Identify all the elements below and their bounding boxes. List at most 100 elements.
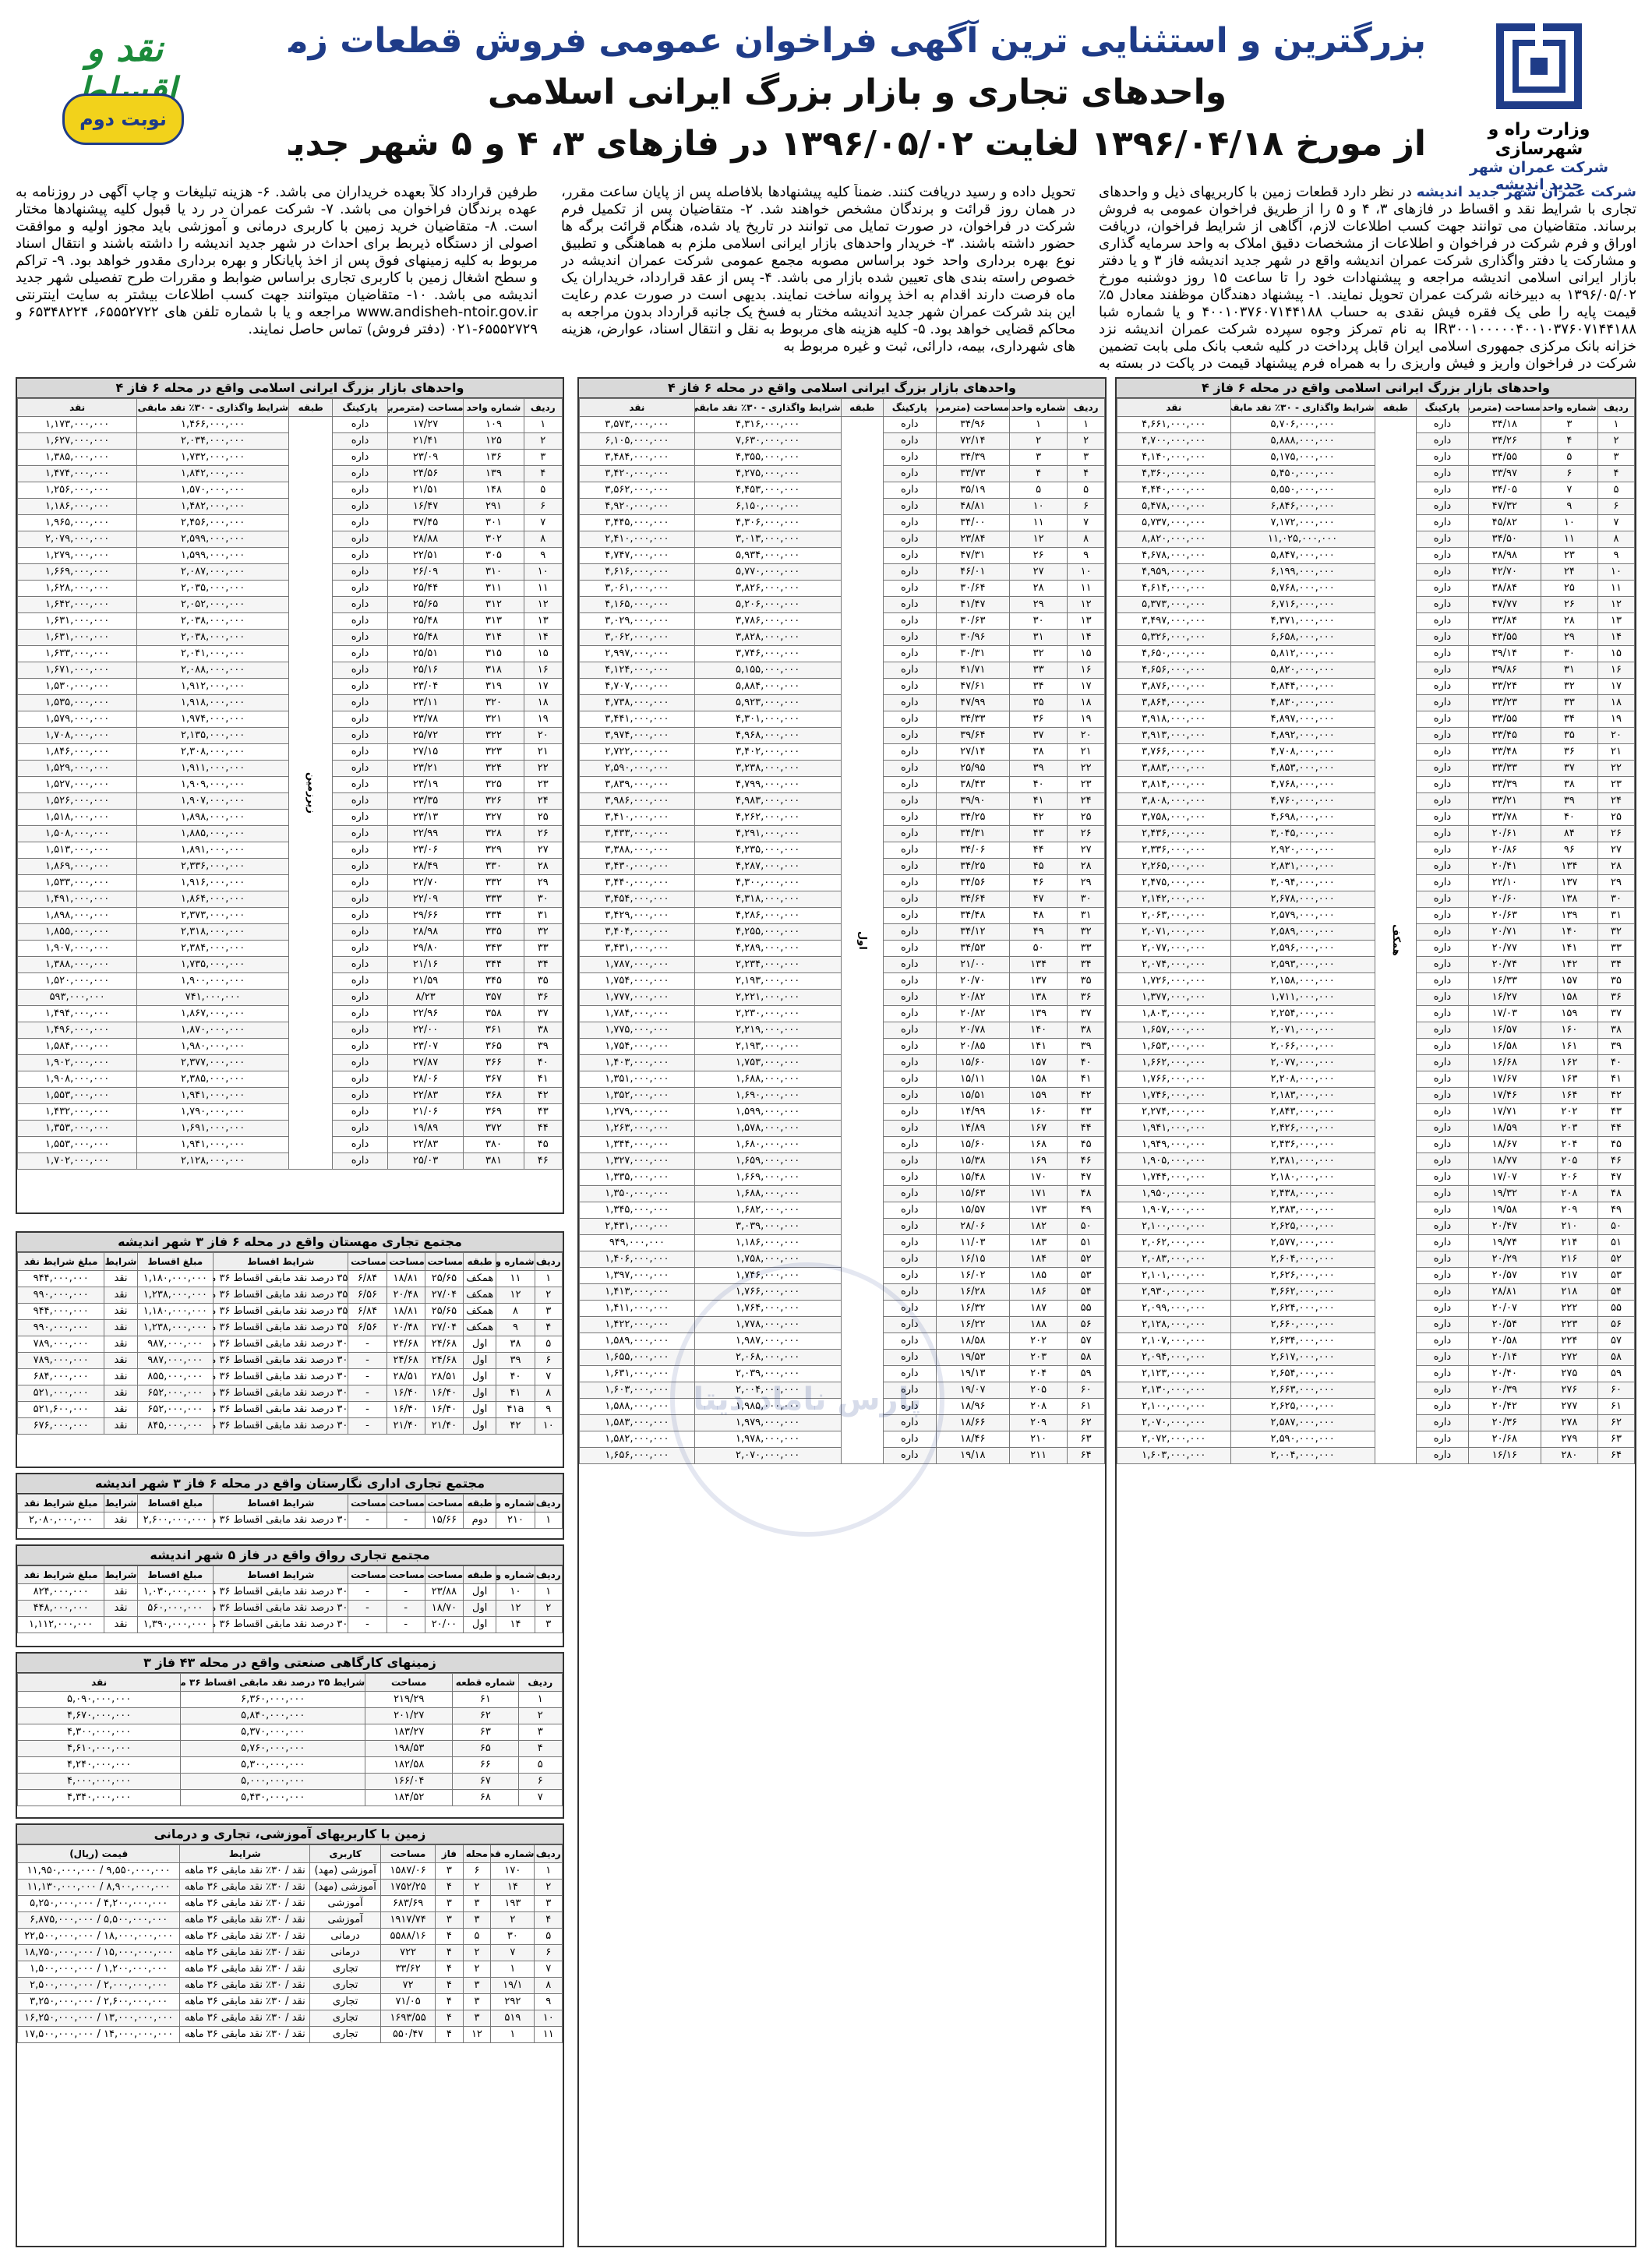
table-cell: ۴,۲۹۱,۰۰۰,۰۰۰	[694, 825, 842, 842]
table-cell: ۱,۵۲۷,۰۰۰,۰۰۰	[17, 776, 138, 793]
table-cell: ۱۶/۴۰	[386, 1401, 425, 1418]
column-header: شرایط واگذاری - ۳۰٪ نقد مابقی در اقساط ۴…	[1230, 398, 1375, 417]
table-cell: ۴۳	[1067, 1103, 1105, 1121]
table-cell: نقد / ۳۰٪ نقد مابقی ۳۶ ماهه	[179, 2010, 311, 2027]
table-cell: ۳۳/۴۸	[1467, 743, 1541, 761]
table-cell: داره	[882, 825, 937, 842]
table-cell: ۴	[534, 1319, 563, 1336]
table-cell: ۵,۷۶۰,۰۰۰,۰۰۰	[180, 1740, 366, 1757]
table-cell: ۱۶۴	[1540, 1087, 1599, 1104]
table-cell: ۱,۶۹۱,۰۰۰,۰۰۰	[136, 1120, 290, 1137]
table-cell: ۲۵/۴۸	[387, 612, 464, 630]
table-cell: ۳۱۵	[463, 645, 524, 662]
table-cell: ۲۶	[1597, 825, 1635, 842]
table-cell: ۲۹	[523, 874, 563, 891]
table-cell: داره	[882, 596, 937, 613]
table-cell: ۳	[517, 1724, 563, 1741]
table-row: ۴ ۲ ۳ ۳ ۱۹۱۷/۷۴ آموزشی نقد / ۳۰٪ نقد مابقی ۳۶ …	[17, 1911, 563, 1929]
table-cell: ۵۷	[1597, 1332, 1635, 1350]
table-cell: ۱۳۴	[1540, 858, 1599, 875]
table-cell: ۲,۰۸۸,۰۰۰,۰۰۰	[136, 662, 290, 679]
column-header: ردیف	[534, 1494, 563, 1513]
table-cell: ۲۷/۰۴	[424, 1319, 464, 1336]
table-cell: ۱	[534, 1512, 563, 1529]
table-cell: ۲,۵۹۶,۰۰۰,۰۰۰	[1230, 940, 1375, 957]
table-cell: نقد / ۳۰٪ نقد مابقی ۳۶ ماهه	[179, 1977, 311, 1994]
table-cell: ۲۹	[1067, 874, 1105, 891]
table-cell: ۲۳/۰۶	[387, 842, 464, 859]
table-cell: ۳۳۳	[463, 891, 524, 908]
table-cell: ۱۶۳	[1540, 1071, 1599, 1088]
table-cell: داره	[882, 1169, 937, 1186]
table-cell: ۱,۹۰۷,۰۰۰,۰۰۰	[17, 940, 138, 957]
table-cell: ۲۱/۴۱	[387, 432, 464, 450]
table-cell: ۱,۳۵۳,۰۰۰,۰۰۰	[17, 1120, 138, 1137]
table-row: ۵ ۳۸ اول ۲۴/۶۸ ۲۴/۶۸-۳۰ درصد نقد مابقی اقساط…	[17, 1336, 563, 1353]
table-cell: ۳۶	[1067, 989, 1105, 1006]
table-cell: داره	[882, 792, 937, 810]
table-cell: ۱,۶۹۰,۰۰۰,۰۰۰	[694, 1087, 842, 1104]
table-row: ۱ ۱۱ همکف ۲۵/۶۵ ۱۸/۸۱ ۶/۸۴ ۳۵ درصد نقد مابقی ا…	[17, 1270, 563, 1287]
table-bazaar-hamkaf: واحدهای بازار بزرگ ایرانی اسلامی واقع در…	[1115, 377, 1636, 2247]
table-cell: ۵	[523, 482, 563, 499]
table-cell: ۳۴/۰۰	[935, 514, 1010, 531]
table-cell: -	[348, 1368, 387, 1385]
table-cell: ۳,۸۸۳,۰۰۰,۰۰۰	[1117, 760, 1231, 777]
table-cell: ۱,۹۰۸,۰۰۰,۰۰۰	[17, 1071, 138, 1088]
table-cell: داره	[332, 858, 388, 875]
table-cell: ۴۲	[1008, 809, 1068, 826]
table-cell: ۲۱/۰۰	[935, 956, 1010, 973]
table-cell: ۲,۰۷۷,۰۰۰,۰۰۰	[1230, 1054, 1375, 1071]
table-cell: ۲۵/۱۶	[387, 662, 464, 679]
table-cell: ۱۴	[490, 1879, 535, 1896]
column-header: مبلغ شرایط نقد	[17, 1494, 105, 1513]
table-cell: ۴,۲۶۲,۰۰۰,۰۰۰	[694, 809, 842, 826]
table-cell: اول	[463, 1385, 497, 1402]
table-cell: ۲۲/۵۱	[387, 547, 464, 564]
table-cell: ۴	[1008, 465, 1068, 482]
table-cell: ۴۱	[1067, 1071, 1105, 1088]
table-cell: داره	[1416, 596, 1469, 613]
table-cell: ۴,۶۶۱,۰۰۰,۰۰۰	[1117, 416, 1231, 433]
table-cell: ۵۲	[1067, 1251, 1105, 1268]
table-cell: ۳۲۱	[463, 711, 524, 728]
table-cell: ۱,۸۸۵,۰۰۰,۰۰۰	[136, 825, 290, 842]
table-cell: ۳۷/۴۵	[387, 514, 464, 531]
table-cell: ۲,۶۲۵,۰۰۰,۰۰۰	[1230, 1218, 1375, 1235]
table-cell: ۲	[534, 1879, 563, 1896]
table-cell: ۱۸/۶۷	[1467, 1136, 1541, 1153]
table-cell: ۱,۶۷۱,۰۰۰,۰۰۰	[17, 662, 138, 679]
table-cell: ۱۸۴/۵۲	[365, 1789, 454, 1806]
table-cell: ۲۰۵	[1008, 1382, 1068, 1399]
table-cell: ۲۳/۸۴	[935, 531, 1010, 548]
table-cell: ۱,۵۸۹,۰۰۰,۰۰۰	[579, 1332, 695, 1350]
table-cell: ۳۵	[1067, 972, 1105, 990]
table-cell: ۲,۹۹۷,۰۰۰,۰۰۰	[579, 645, 695, 662]
column-header: کاربری	[309, 1844, 382, 1863]
table-cell: ۱۴۰	[1008, 1022, 1068, 1039]
table-cell: ۳,۴۱۰,۰۰۰,۰۰۰	[579, 809, 695, 826]
table-cell: ۷,۶۳۰,۰۰۰,۰۰۰	[694, 432, 842, 450]
table-cell: ۵,۵۰۰,۰۰۰,۰۰۰ / ۶,۸۷۵,۰۰۰,۰۰۰	[17, 1911, 181, 1929]
table-cell: ۲۵/۴۸	[387, 629, 464, 646]
table-cell: ۳۸	[1067, 1022, 1105, 1039]
table-cell: داره	[882, 1120, 937, 1137]
table-cell: داره	[1416, 1431, 1469, 1448]
table-cell: ۲,۲۳۰,۰۰۰,۰۰۰	[694, 1005, 842, 1022]
table-cell: ۲,۶۲۴,۰۰۰,۰۰۰	[1230, 1300, 1375, 1317]
table-cell: ۱۷/۰۷	[1467, 1169, 1541, 1186]
table-cell: ۳,۴۲۹,۰۰۰,۰۰۰	[579, 907, 695, 924]
table-cell: ۳۲	[1008, 645, 1068, 662]
table-cell: ۱,۸۰۳,۰۰۰,۰۰۰	[1117, 1005, 1231, 1022]
table-cell: ۴,۷۰۸,۰۰۰,۰۰۰	[1230, 743, 1375, 761]
newspaper-ad-page: وزارت راه و شهرسازی شرکت عمران شهر جدید …	[0, 0, 1652, 2252]
table-cell: ۲,۰۶۲,۰۰۰,۰۰۰	[1117, 1234, 1231, 1251]
table-cell: ۱,۳۳۵,۰۰۰,۰۰۰	[579, 1169, 695, 1186]
table-cell: ۶۰	[1597, 1382, 1635, 1399]
table-cell: ۱۵/۱۱	[935, 1071, 1010, 1088]
table-cell: ۳۴/۲۵	[935, 809, 1010, 826]
table-cell: ۱	[1008, 416, 1068, 433]
table-cell: ۵۶۰,۰۰۰,۰۰۰	[136, 1600, 214, 1617]
table-cell: ۲,۵۷۹,۰۰۰,۰۰۰	[1230, 907, 1375, 924]
table-cell: ۱۹/۵۳	[935, 1349, 1010, 1366]
